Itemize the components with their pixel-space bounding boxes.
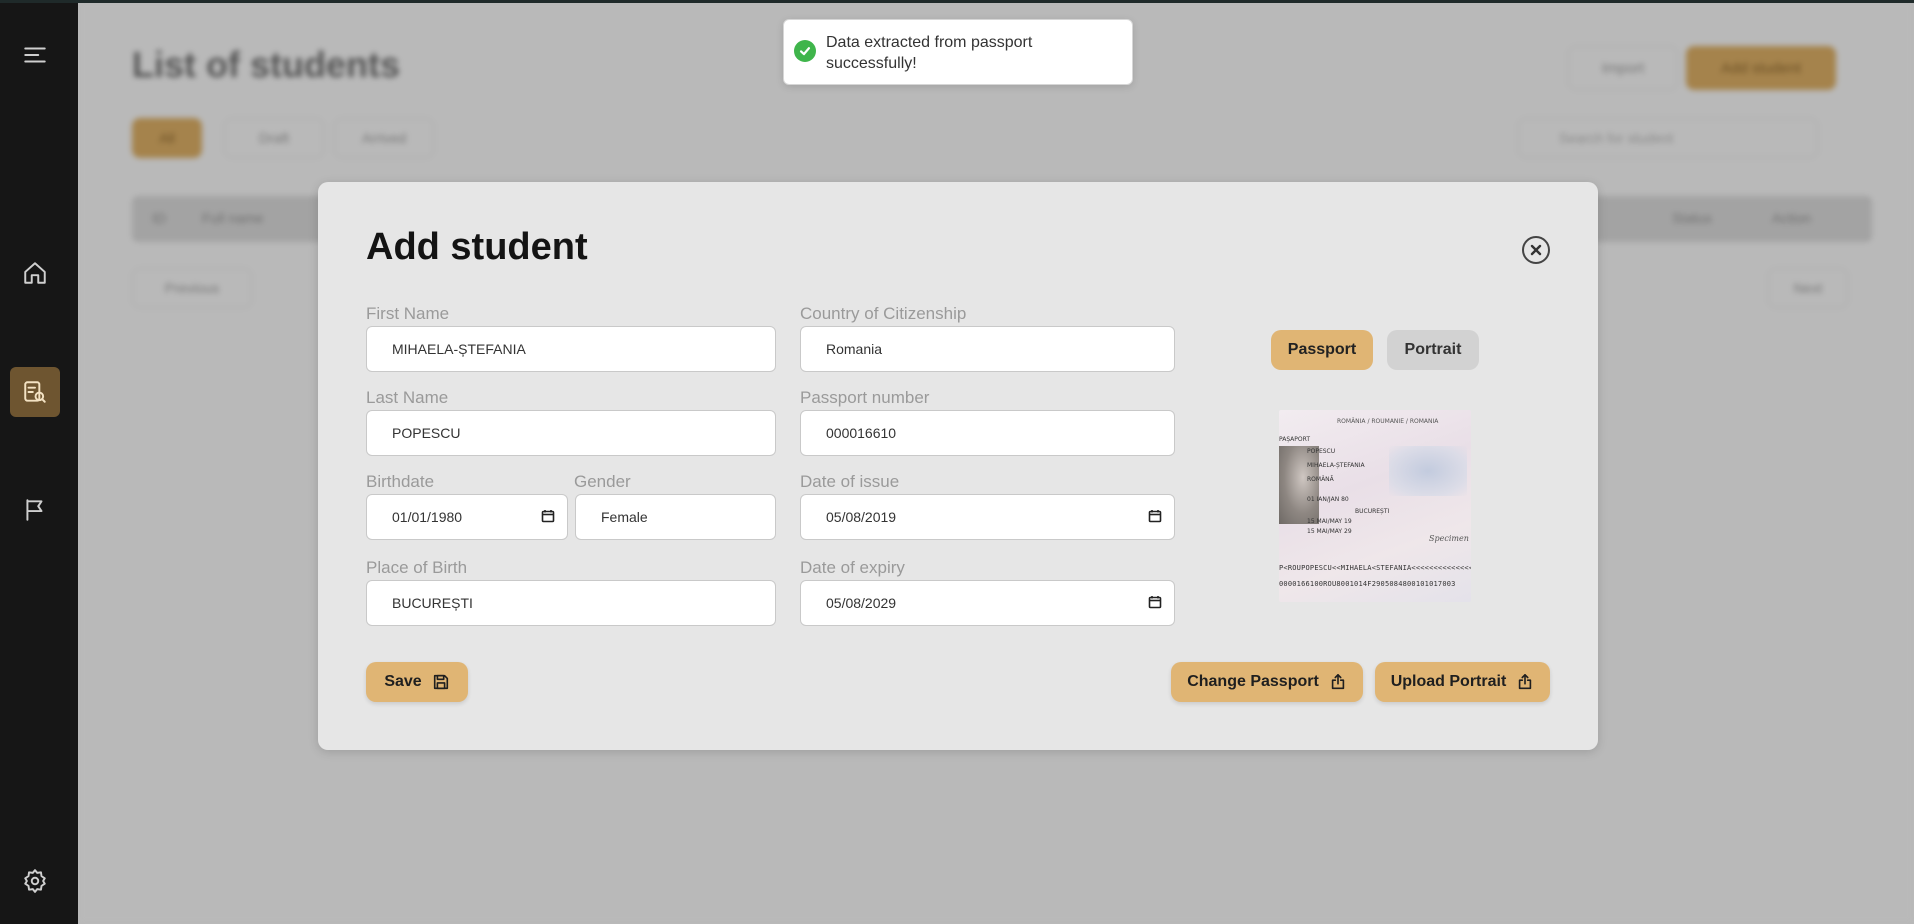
add-student-button[interactable]: Add student xyxy=(1686,46,1836,90)
last-name-label: Last Name xyxy=(366,388,449,407)
success-toast: Data extracted from passport successfull… xyxy=(783,19,1133,85)
tab-arrived[interactable]: Arrived xyxy=(334,118,434,158)
tab-passport[interactable]: Passport xyxy=(1271,330,1373,370)
modal-title: Add student xyxy=(366,226,588,268)
close-button[interactable] xyxy=(1522,236,1550,264)
save-label: Save xyxy=(384,673,422,690)
toast-message: Data extracted from passport successfull… xyxy=(826,34,1033,72)
passport-watermark xyxy=(1389,446,1467,496)
passport-surname: POPESCU xyxy=(1307,448,1336,455)
passport-issued: 15 MAI/MAY 19 xyxy=(1307,518,1352,525)
date-of-expiry-label: Date of expiry xyxy=(800,558,905,577)
passport-dob: 01 IAN/JAN 80 xyxy=(1307,496,1349,503)
next-button[interactable]: Next xyxy=(1768,268,1848,308)
column-header: Action xyxy=(1772,210,1811,226)
passport-mrz-line-2: 0000166100ROU8001014F2905084800101017003 xyxy=(1279,580,1456,588)
passport-nationality: ROMÂNĂ xyxy=(1307,476,1334,483)
calendar-icon[interactable] xyxy=(1148,595,1162,612)
passport-expiry: 15 MAI/MAY 29 xyxy=(1307,528,1352,535)
save-icon xyxy=(433,674,448,690)
change-passport-label: Change Passport xyxy=(1187,673,1319,690)
column-header: Status xyxy=(1672,210,1712,226)
home-icon[interactable] xyxy=(10,248,60,298)
calendar-icon[interactable] xyxy=(1148,509,1162,526)
top-border xyxy=(0,0,1914,3)
import-button[interactable]: Import xyxy=(1568,46,1678,90)
column-header: Full name xyxy=(202,210,264,226)
date-of-issue-value: 05/08/2019 xyxy=(826,509,897,525)
country-field[interactable]: Romania xyxy=(800,326,1175,372)
date-of-expiry-value: 05/08/2029 xyxy=(826,595,897,611)
save-button[interactable]: Save xyxy=(366,662,468,702)
date-of-issue-field[interactable]: 05/08/2019 xyxy=(800,494,1175,540)
place-of-birth-field[interactable]: BUCUREȘTI xyxy=(366,580,776,626)
upload-portrait-label: Upload Portrait xyxy=(1390,673,1507,690)
birthdate-label: Birthdate xyxy=(366,472,435,491)
first-name-label: First Name xyxy=(366,304,450,323)
upload-icon xyxy=(1331,673,1345,690)
last-name-field[interactable]: POPESCU xyxy=(366,410,776,456)
search-input[interactable]: Search for student xyxy=(1518,118,1818,158)
passport-number-field[interactable]: 000016610 xyxy=(800,410,1175,456)
upload-portrait-button[interactable]: Upload Portrait xyxy=(1375,662,1550,702)
birthdate-field[interactable]: 01/01/1980 xyxy=(366,494,568,540)
check-circle-icon xyxy=(794,40,816,62)
gender-label: Gender xyxy=(574,472,631,491)
upload-icon xyxy=(1519,673,1532,690)
passport-label: PAȘAPORT xyxy=(1279,436,1310,443)
close-icon xyxy=(1530,244,1542,256)
birthdate-value: 01/01/1980 xyxy=(392,509,463,525)
tab-portrait[interactable]: Portrait xyxy=(1387,330,1479,370)
passport-specimen: Specimen xyxy=(1429,534,1469,543)
date-of-issue-label: Date of issue xyxy=(800,472,900,491)
passport-given-names: MIHAELA-ȘTEFANIA xyxy=(1307,462,1365,469)
menu-icon[interactable] xyxy=(10,30,60,80)
passport-photo xyxy=(1279,446,1319,524)
page-title: List of students xyxy=(132,44,400,85)
date-of-expiry-field[interactable]: 05/08/2029 xyxy=(800,580,1175,626)
country-label: Country of Citizenship xyxy=(800,304,967,323)
tab-all[interactable]: All xyxy=(132,118,202,158)
passport-number-label: Passport number xyxy=(800,388,930,407)
flag-icon[interactable] xyxy=(10,485,60,535)
calendar-icon[interactable] xyxy=(541,509,555,526)
first-name-field[interactable]: MIHAELA-ȘTEFANIA xyxy=(366,326,776,372)
column-header: ID xyxy=(152,210,166,226)
gender-field[interactable]: Female xyxy=(575,494,776,540)
passport-mrz-line-1: P<ROUPOPESCU<<MIHAELA<STEFANIA<<<<<<<<<<… xyxy=(1279,564,1471,572)
place-of-birth-label: Place of Birth xyxy=(366,558,468,577)
previous-button[interactable]: Previous xyxy=(132,268,252,308)
settings-icon[interactable] xyxy=(10,856,60,906)
passport-header: ROMÂNIA / ROUMANIE / ROMANIA xyxy=(1337,418,1439,425)
students-search-icon[interactable] xyxy=(10,367,60,417)
change-passport-button[interactable]: Change Passport xyxy=(1171,662,1363,702)
passport-image: ROMÂNIA / ROUMANIE / ROMANIA PAȘAPORT PO… xyxy=(1279,410,1471,602)
add-student-modal: Add student First Name MIHAELA-ȘTEFANIA … xyxy=(318,182,1598,750)
sidebar xyxy=(0,0,78,924)
passport-pob: BUCUREȘTI xyxy=(1355,508,1390,515)
tab-draft[interactable]: Draft xyxy=(224,118,324,158)
